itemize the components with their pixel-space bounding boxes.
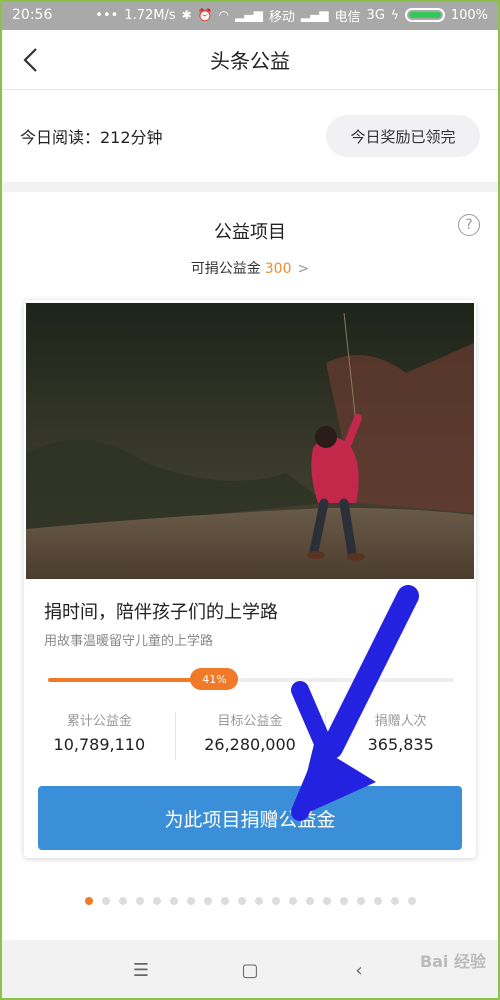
available-label: 可捐公益金	[190, 261, 261, 277]
project-photo	[26, 303, 474, 579]
stat-label: 累计公益金	[66, 714, 132, 729]
stat-target: 目标公益金 26,280,000	[174, 710, 326, 770]
signal-icon-2: ▂▄▆	[300, 8, 329, 22]
stat-label: 捐赠人次	[374, 714, 427, 729]
project-subtitle: 用故事温暖留守儿童的上学路	[44, 634, 214, 649]
pagination-dot[interactable]	[288, 897, 297, 905]
chevron-right-icon: >	[297, 261, 310, 277]
reading-row: 今日阅读：212分钟 今日奖励已领完	[0, 90, 500, 182]
pagination-dot[interactable]	[356, 897, 365, 905]
pagination-dot[interactable]	[305, 897, 314, 905]
signal-icon: ▂▄▆	[235, 8, 263, 22]
status-indicators: ••• 1.72M/s ✱ ⏰ ◠ ▂▄▆ 移动 ▂▄▆ 电信 3G ϟ 100…	[95, 6, 488, 25]
back-button[interactable]	[18, 46, 46, 74]
status-time: 20:56	[12, 7, 53, 23]
bluetooth-icon: ✱	[181, 8, 192, 22]
project-stats: 累计公益金 10,789,110 目标公益金 26,280,000 捐赠人次 3…	[24, 710, 476, 770]
reading-time-label: 今日阅读：212分钟	[20, 128, 163, 147]
carousel-pagination	[0, 897, 500, 907]
pagination-dot[interactable]	[186, 897, 195, 905]
stat-value: 26,280,000	[204, 735, 296, 754]
stat-label: 目标公益金	[217, 714, 283, 729]
pagination-dot[interactable]	[390, 897, 399, 905]
alarm-icon: ⏰	[197, 8, 213, 22]
status-bar: 20:56 ••• 1.72M/s ✱ ⏰ ◠ ▂▄▆ 移动 ▂▄▆ 电信 3G…	[0, 0, 500, 30]
funding-progress-bar: 41%	[48, 668, 454, 690]
pagination-dot[interactable]	[152, 897, 161, 905]
battery-icon	[404, 8, 445, 22]
pagination-dot[interactable]	[237, 897, 246, 905]
pagination-dot[interactable]	[118, 897, 127, 905]
status-dots: •••	[95, 7, 119, 23]
charity-section: 公益项目 ? 可捐公益金 300 > 捐时间，陪伴孩子们的上学路 用故事温暖留守…	[0, 192, 500, 940]
help-icon[interactable]: ?	[458, 214, 480, 236]
watermark-logo: Bai 经验	[419, 952, 486, 971]
carrier-mobile: 移动	[268, 9, 295, 25]
net-speed: 1.72M/s	[124, 7, 176, 23]
available-funds[interactable]: 可捐公益金 300 >	[0, 258, 500, 278]
pagination-dot[interactable]	[135, 897, 144, 905]
carrier-telecom: 电信	[334, 9, 361, 25]
child-on-road-image	[26, 303, 474, 579]
stat-value: 365,835	[367, 735, 434, 754]
funding-progress-badge: 41%	[190, 668, 239, 690]
chevron-left-icon	[23, 48, 37, 72]
pagination-dot[interactable]	[271, 897, 280, 905]
pagination-dot[interactable]	[322, 897, 331, 905]
available-value: 300	[264, 261, 292, 277]
section-title: 公益项目	[214, 222, 286, 243]
reward-status-button[interactable]: 今日奖励已领完	[326, 115, 480, 157]
pagination-dot[interactable]	[169, 897, 178, 905]
pagination-dot[interactable]	[203, 897, 212, 905]
battery-percent: 100%	[450, 7, 488, 23]
pagination-dot[interactable]	[407, 897, 416, 905]
donate-button[interactable]: 为此项目捐赠公益金	[38, 786, 462, 850]
pagination-dot[interactable]	[339, 897, 348, 905]
header: 头条公益	[0, 30, 500, 90]
pagination-dot[interactable]	[373, 897, 382, 905]
stat-value: 10,789,110	[53, 735, 146, 754]
pagination-dot[interactable]	[254, 897, 263, 905]
section-divider	[0, 182, 500, 192]
project-card[interactable]: 捐时间，陪伴孩子们的上学路 用故事温暖留守儿童的上学路 41% 累计公益金 10…	[24, 300, 476, 858]
network-type: 3G	[366, 7, 385, 23]
wifi-icon: ◠	[218, 8, 230, 22]
page-title: 头条公益	[210, 49, 290, 73]
charging-icon: ϟ	[390, 8, 399, 22]
menu-icon[interactable]: ☰	[129, 958, 153, 982]
project-title: 捐时间，陪伴孩子们的上学路	[44, 602, 278, 623]
pagination-dot[interactable]	[220, 897, 229, 905]
stat-donors: 捐赠人次 365,835	[325, 710, 476, 770]
back-nav-icon[interactable]: ‹	[347, 958, 371, 982]
pagination-dot[interactable]	[84, 897, 93, 905]
stat-total: 累计公益金 10,789,110	[24, 710, 175, 770]
pagination-dot[interactable]	[101, 897, 110, 905]
home-icon[interactable]: ▢	[238, 958, 262, 982]
